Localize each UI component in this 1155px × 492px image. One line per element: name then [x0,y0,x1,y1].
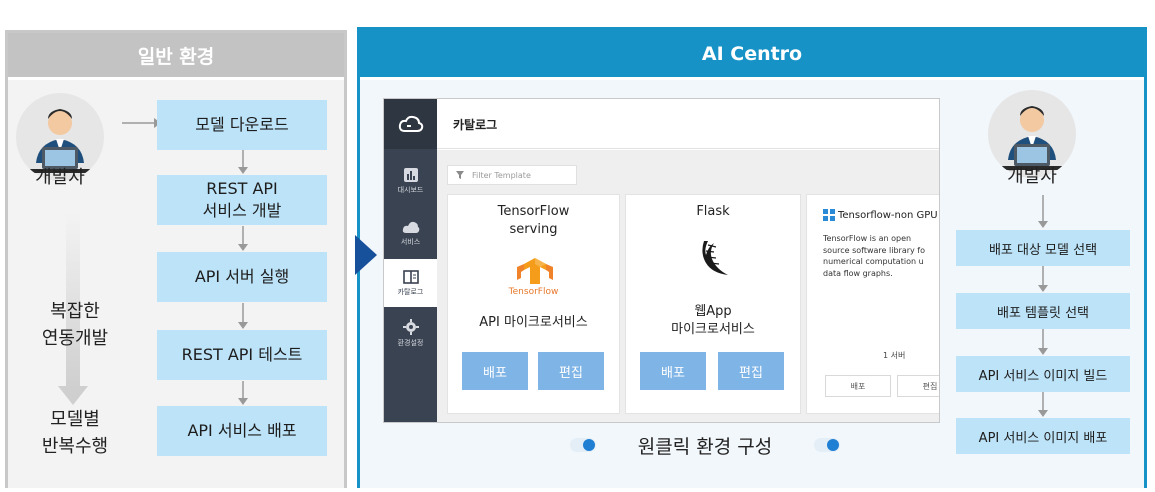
sidebar-item-service[interactable]: 서비스 [384,209,437,257]
grid-logo-icon [823,209,835,221]
general-environment-title: 일반 환경 [8,33,344,77]
sidebar-item-label: 서비스 [400,237,421,246]
arrow-down-icon [1038,266,1048,292]
catalog-content: Filter Template TensorFlow serving Tenso… [437,150,939,422]
arrow-down-icon [1038,392,1048,417]
page-title: 카탈로그 [453,118,498,132]
card-title: Tensorflow-non GPU [823,209,938,221]
tensorflow-logo-icon [517,258,553,284]
arrow-down-icon [1038,329,1048,355]
ai-centro-title: AI Centro [360,30,1144,77]
arrow-down-icon [238,381,248,405]
repeat-per-model-text: 모델별 반복수행 [41,409,109,457]
one-click-label: 원클릭 환경 구성 [637,435,773,458]
book-icon [402,269,419,284]
toggle-icon [813,438,840,452]
step-api-service-deploy: API 서비스 배포 [157,406,327,456]
filter-template-input[interactable]: Filter Template [447,165,577,185]
one-click-caption: 원클릭 환경 구성 [570,430,840,460]
card-description: API 마이크로서비스 [479,315,588,330]
step-model-download: 모델 다운로드 [157,100,327,150]
arrow-right-icon [122,118,161,128]
app-screenshot: 대시보드 서비스 카탈로그 환경설정 카탈로그 Filter Template … [383,98,940,423]
flow-build-image: API 서비스 이미지 빌드 [956,356,1130,392]
edit-button[interactable]: 편집 [897,375,939,397]
cloud-logo-icon[interactable] [384,99,437,149]
sidebar-item-label: 대시보드 [397,185,424,194]
card-title: TensorFlow serving [497,204,570,237]
arrow-down-icon [238,226,248,251]
filter-placeholder: Filter Template [472,170,531,180]
sidebar-item-settings[interactable]: 환경설정 [384,309,437,357]
sidebar-item-label: 카탈로그 [397,287,424,296]
deploy-button[interactable]: 배포 [825,375,891,397]
gear-icon [402,318,419,335]
step-api-server-run: API 서버 실행 [157,252,327,302]
flow-select-model: 배포 대상 모델 선택 [956,230,1130,266]
flow-deploy-image: API 서비스 이미지 배포 [956,418,1130,454]
server-count: 1 서버 [883,351,906,360]
card-title-text: Tensorflow-non GPU [838,209,938,221]
template-card-tensorflow-serving[interactable]: TensorFlow serving TensorFlow API 마이크로서비… [447,194,620,414]
arrow-down-icon [238,150,248,174]
deploy-button[interactable]: 배포 [640,352,706,390]
tensorflow-logo-text: TensorFlow [508,287,559,297]
app-sidebar: 대시보드 서비스 카탈로그 환경설정 [384,99,437,422]
cloud-icon [402,221,419,233]
toggle-icon [570,438,596,452]
sidebar-item-dashboard[interactable]: 대시보드 [384,157,437,205]
step-rest-api-test: REST API 테스트 [157,330,327,380]
flask-logo-icon [702,241,728,275]
edit-button[interactable]: 편집 [538,352,604,390]
developer-label: 개발자 [1007,166,1057,187]
card-description: TensorFlow is an open source software li… [823,234,925,278]
step-rest-api-dev: REST API 서비스 개발 [157,175,327,225]
edit-button[interactable]: 편집 [718,352,784,390]
app-topbar: 카탈로그 [437,99,939,149]
sidebar-item-label: 환경설정 [397,338,424,347]
arrow-down-icon [238,303,248,329]
flow-select-template: 배포 템플릿 선택 [956,293,1130,329]
deploy-button[interactable]: 배포 [462,352,528,390]
filter-icon [456,171,464,179]
template-card-tensorflow-non-gpu[interactable]: Tensorflow-non GPU TensorFlow is an open… [806,194,939,414]
pointer-triangle-icon [355,235,377,275]
card-title: Flask [696,204,730,219]
sidebar-item-catalog[interactable]: 카탈로그 [384,259,437,307]
template-card-flask[interactable]: Flask 웹App 마이크로서비스 배포 편집 [625,194,801,414]
complex-integration-text: 복잡한 연동개발 [41,301,109,349]
arrow-down-icon [1038,195,1048,228]
bar-chart-icon [403,167,418,182]
card-description: 웹App 마이크로서비스 [671,304,755,337]
developer-label: 개발자 [35,167,85,188]
